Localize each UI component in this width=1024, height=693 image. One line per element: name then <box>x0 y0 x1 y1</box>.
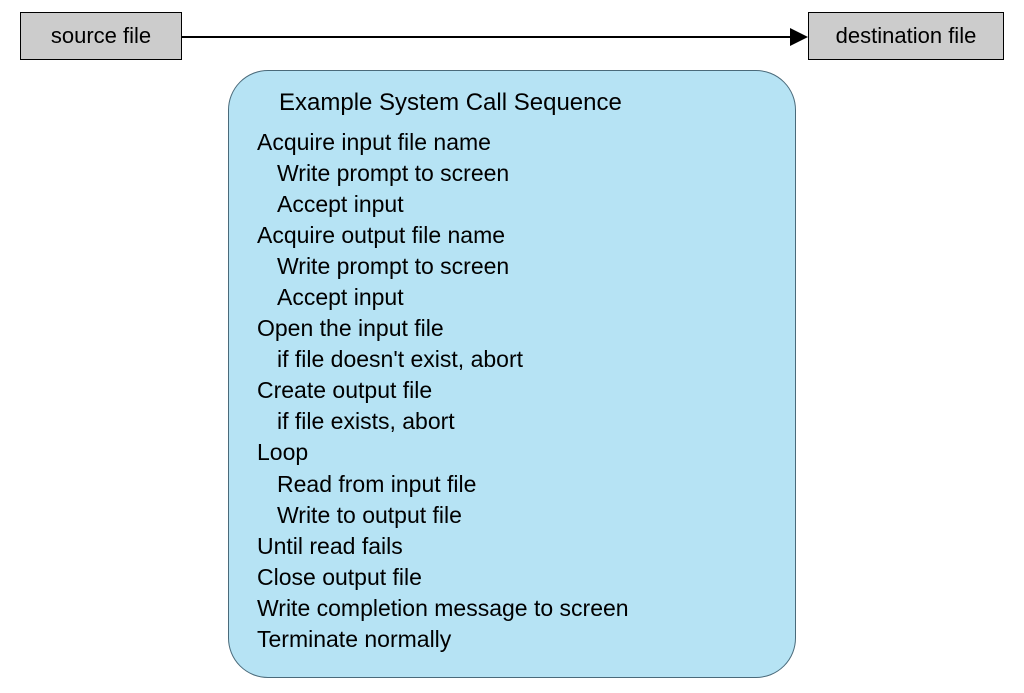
sequence-substep: Read from input file <box>257 469 767 500</box>
sequence-substep: Accept input <box>257 282 767 313</box>
sequence-step: Until read fails <box>257 531 767 562</box>
sequence-substep: if file exists, abort <box>257 406 767 437</box>
sequence-step: Open the input file <box>257 313 767 344</box>
arrow-head-icon <box>790 28 808 46</box>
sequence-step: Acquire output file name <box>257 220 767 251</box>
sequence-substep: if file doesn't exist, abort <box>257 344 767 375</box>
system-call-sequence-box: Example System Call Sequence Acquire inp… <box>228 70 796 678</box>
source-file-box: source file <box>20 12 182 60</box>
sequence-step: Loop <box>257 437 767 468</box>
arrow-line <box>182 36 794 38</box>
destination-file-box: destination file <box>808 12 1004 60</box>
sequence-step: Terminate normally <box>257 624 767 655</box>
sequence-step: Create output file <box>257 375 767 406</box>
destination-file-label: destination file <box>836 23 977 49</box>
source-file-label: source file <box>51 23 151 49</box>
sequence-substep: Write prompt to screen <box>257 158 767 189</box>
sequence-title: Example System Call Sequence <box>279 89 767 117</box>
sequence-substep: Accept input <box>257 189 767 220</box>
sequence-step: Close output file <box>257 562 767 593</box>
sequence-substep: Write prompt to screen <box>257 251 767 282</box>
sequence-step: Acquire input file name <box>257 127 767 158</box>
arrow <box>182 36 808 38</box>
sequence-substep: Write to output file <box>257 500 767 531</box>
sequence-step: Write completion message to screen <box>257 593 767 624</box>
